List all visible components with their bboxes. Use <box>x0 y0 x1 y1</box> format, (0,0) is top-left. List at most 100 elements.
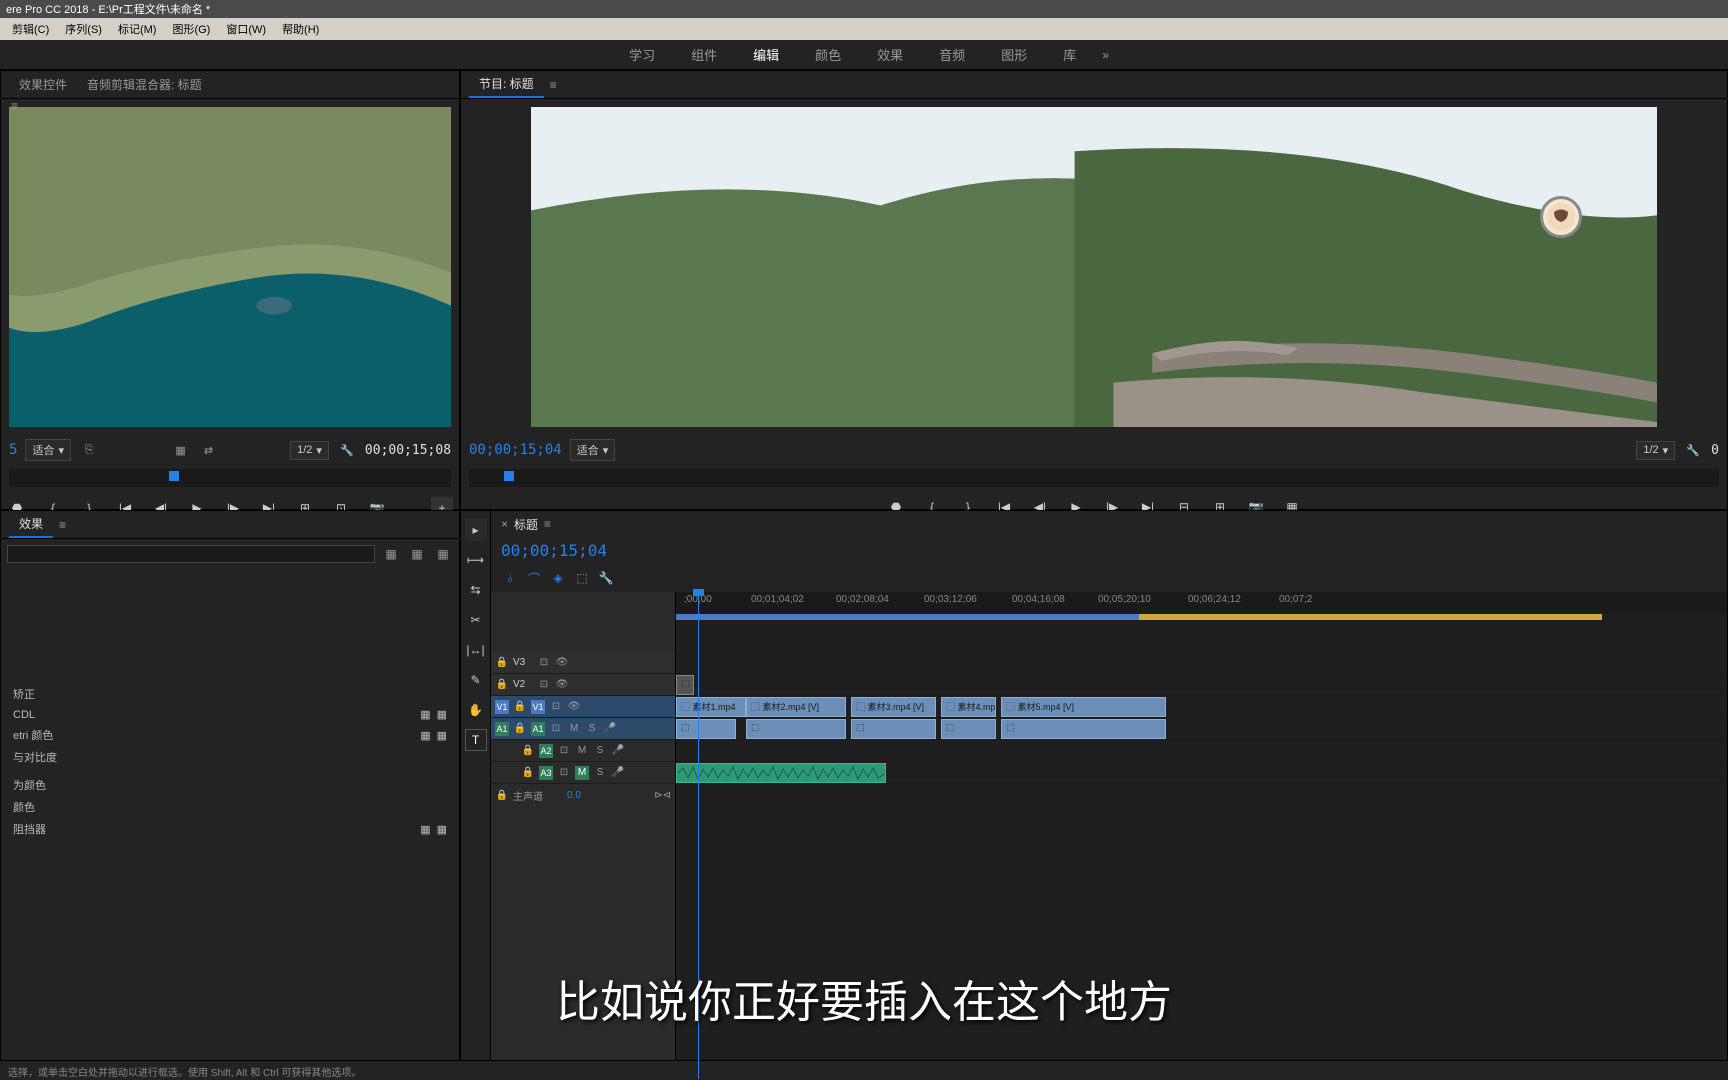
source-compare-icon[interactable]: ⇄ <box>199 441 219 459</box>
eye-icon[interactable]: 👁 <box>567 700 581 714</box>
effects-list[interactable]: 矫正 CDL▦▦ etri 颜色▦▦ 与对比度 为颜色 颜色 阻挡器▦▦ <box>1 569 459 1079</box>
source-res-dropdown[interactable]: 1/2▾ <box>290 441 329 460</box>
menu-window[interactable]: 窗口(W) <box>218 18 274 40</box>
clip-audio[interactable]: ⬚ <box>1001 719 1166 739</box>
sync-icon[interactable]: ⊡ <box>549 700 563 714</box>
track-v3-lane[interactable] <box>676 652 1727 674</box>
clip-audio-waveform[interactable] <box>676 763 886 783</box>
mic-icon[interactable]: 🎤 <box>611 744 625 758</box>
clip-video[interactable]: ⬚ 素材5.mp4 [V] <box>1001 697 1166 717</box>
ripple-tool-icon[interactable]: ⇆ <box>465 579 487 601</box>
lock-icon[interactable]: 🔒 <box>495 656 509 670</box>
lock-icon[interactable]: 🔒 <box>495 788 509 802</box>
tab-program[interactable]: 节目: 标题 <box>469 71 544 98</box>
eye-icon[interactable]: 👁 <box>555 656 569 670</box>
sync-icon[interactable]: ⊡ <box>549 722 563 736</box>
ws-color[interactable]: 颜色 <box>797 39 859 70</box>
link-icon[interactable]: ⌒ <box>525 570 543 586</box>
program-menu-icon[interactable]: ≡ <box>550 78 557 92</box>
ws-audio[interactable]: 音频 <box>921 39 983 70</box>
lock-icon[interactable]: 🔒 <box>513 700 527 714</box>
track-a3-header[interactable]: 🔒 A3 ⊡ M S 🎤 <box>491 762 675 784</box>
solo-icon[interactable]: S <box>593 744 607 758</box>
clip-v2[interactable]: ⬚ <box>676 675 694 695</box>
sync-icon[interactable]: ⊡ <box>557 744 571 758</box>
clip-audio[interactable]: ⬚ <box>746 719 846 739</box>
type-tool-icon[interactable]: T <box>465 729 487 751</box>
work-area-bar[interactable] <box>676 614 1602 620</box>
slip-tool-icon[interactable]: |↔| <box>465 639 487 661</box>
track-v1-header[interactable]: V1 🔒 V1 ⊡ 👁 <box>491 696 675 718</box>
a1-target[interactable]: A1 <box>531 722 545 736</box>
settings-icon[interactable]: ⬚ <box>573 570 591 586</box>
ws-editing[interactable]: 编辑 <box>735 39 797 70</box>
a3-target[interactable]: A3 <box>539 766 553 780</box>
menu-help[interactable]: 帮助(H) <box>274 18 327 40</box>
v1-target[interactable]: V1 <box>531 700 545 714</box>
marker-add-icon[interactable]: ◈ <box>549 570 567 586</box>
lock-icon[interactable]: 🔒 <box>521 744 535 758</box>
mic-icon[interactable]: 🎤 <box>611 766 625 780</box>
master-track-header[interactable]: 🔒 主声道 0.0 ⊳⊲ <box>491 784 675 806</box>
lock-icon[interactable]: 🔒 <box>495 678 509 692</box>
ws-overflow-icon[interactable]: » <box>1094 44 1117 66</box>
track-v3-header[interactable]: 🔒 V3 ⊡ 👁 <box>491 652 675 674</box>
track-select-tool-icon[interactable]: ⟼ <box>465 549 487 571</box>
program-wrench-icon[interactable]: 🔧 <box>1683 441 1703 459</box>
source-wrench-icon[interactable]: 🔧 <box>337 441 357 459</box>
clip-audio[interactable]: ⬚ <box>851 719 936 739</box>
source-vr-icon[interactable]: ▦ <box>171 441 191 459</box>
lock-icon[interactable]: 🔒 <box>521 766 535 780</box>
track-a3-lane[interactable] <box>676 762 1727 784</box>
track-a1-header[interactable]: A1 🔒 A1 ⊡ M S 🎤 <box>491 718 675 740</box>
tab-effects[interactable]: 效果 <box>9 511 53 538</box>
mic-icon[interactable]: 🎤 <box>603 722 617 736</box>
clip-audio[interactable]: ⬚ <box>941 719 996 739</box>
lock-icon[interactable]: 🔒 <box>513 722 527 736</box>
mute-icon[interactable]: M <box>567 722 581 736</box>
program-right-tc[interactable]: 0 <box>1711 443 1719 458</box>
fx-badge2-icon[interactable]: ▦ <box>407 545 427 563</box>
source-left-tc[interactable]: 5 <box>9 442 17 458</box>
ws-graphics[interactable]: 图形 <box>983 39 1045 70</box>
a1-source-target[interactable]: A1 <box>495 722 509 736</box>
source-scrubber[interactable] <box>9 469 451 487</box>
selection-tool-icon[interactable]: ▸ <box>465 519 487 541</box>
source-right-tc[interactable]: 00;00;15;08 <box>365 443 451 458</box>
effects-menu-icon[interactable]: ≡ <box>59 518 66 532</box>
tab-audio-mixer[interactable]: 音频剪辑混合器: 标题 <box>77 72 212 97</box>
ws-library[interactable]: 库 <box>1045 39 1094 70</box>
fx-badge3-icon[interactable]: ▦ <box>433 545 453 563</box>
track-v2-lane[interactable]: ⬚ <box>676 674 1727 696</box>
mute-icon[interactable]: M <box>575 766 589 780</box>
track-a2-lane[interactable] <box>676 740 1727 762</box>
clip-video[interactable]: ⬚ 素材2.mp4 [V] <box>746 697 846 717</box>
source-settings-icon[interactable]: ⎘ <box>79 441 99 459</box>
razor-tool-icon[interactable]: ✂ <box>465 609 487 631</box>
timeline-playhead-tc[interactable]: 00;00;15;04 <box>501 541 607 560</box>
time-ruler[interactable]: ;00;00 00;01;04;02 00;02;08;04 00;03;12;… <box>676 592 1727 614</box>
ws-effects[interactable]: 效果 <box>859 39 921 70</box>
source-viewer[interactable] <box>9 107 451 427</box>
fx-badge1-icon[interactable]: ▦ <box>381 545 401 563</box>
a2-target[interactable]: A2 <box>539 744 553 758</box>
ws-learning[interactable]: 学习 <box>611 39 673 70</box>
clip-video[interactable]: ⬚ 素材4.mp4 <box>941 697 996 717</box>
menu-marker[interactable]: 标记(M) <box>110 18 165 40</box>
v1-source-target[interactable]: V1 <box>495 700 509 714</box>
track-v1-lane[interactable]: ⬚ 素材1.mp4 ⬚ 素材2.mp4 [V] ⬚ 素材3.mp4 [V] ⬚ … <box>676 696 1727 718</box>
clip-audio[interactable]: ⬚ <box>676 719 736 739</box>
hand-tool-icon[interactable]: ✋ <box>465 699 487 721</box>
program-scrubber[interactable] <box>469 469 1719 487</box>
mute-icon[interactable]: M <box>575 744 589 758</box>
wrench-icon[interactable]: 🔧 <box>597 570 615 586</box>
menu-sequence[interactable]: 序列(S) <box>57 18 110 40</box>
sync-icon[interactable]: ⊡ <box>557 766 571 780</box>
timeline-menu-icon[interactable]: ≡ <box>544 517 551 531</box>
pen-tool-icon[interactable]: ✎ <box>465 669 487 691</box>
sync-icon[interactable]: ⊡ <box>537 656 551 670</box>
sync-icon[interactable]: ⊡ <box>537 678 551 692</box>
source-zoom-dropdown[interactable]: 适合▾ <box>25 439 71 461</box>
eye-icon[interactable]: 👁 <box>555 678 569 692</box>
master-level[interactable]: 0.0 <box>567 790 581 801</box>
